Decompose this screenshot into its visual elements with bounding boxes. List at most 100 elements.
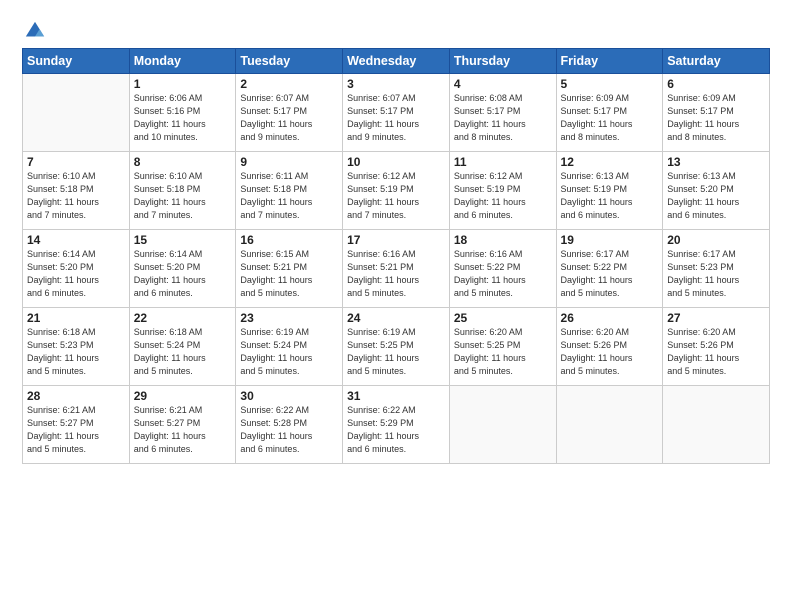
day-cell [663,386,770,464]
day-detail: Sunrise: 6:17 AMSunset: 5:23 PMDaylight:… [667,248,765,300]
day-cell: 16Sunrise: 6:15 AMSunset: 5:21 PMDayligh… [236,230,343,308]
day-cell: 2Sunrise: 6:07 AMSunset: 5:17 PMDaylight… [236,74,343,152]
day-number: 30 [240,389,338,403]
day-detail: Sunrise: 6:12 AMSunset: 5:19 PMDaylight:… [347,170,445,222]
day-cell: 6Sunrise: 6:09 AMSunset: 5:17 PMDaylight… [663,74,770,152]
header [22,18,770,42]
day-cell [23,74,130,152]
day-cell: 10Sunrise: 6:12 AMSunset: 5:19 PMDayligh… [343,152,450,230]
day-cell: 7Sunrise: 6:10 AMSunset: 5:18 PMDaylight… [23,152,130,230]
day-detail: Sunrise: 6:09 AMSunset: 5:17 PMDaylight:… [667,92,765,144]
day-number: 7 [27,155,125,169]
week-row-3: 14Sunrise: 6:14 AMSunset: 5:20 PMDayligh… [23,230,770,308]
day-detail: Sunrise: 6:13 AMSunset: 5:19 PMDaylight:… [561,170,659,222]
week-row-5: 28Sunrise: 6:21 AMSunset: 5:27 PMDayligh… [23,386,770,464]
day-detail: Sunrise: 6:20 AMSunset: 5:26 PMDaylight:… [561,326,659,378]
day-number: 20 [667,233,765,247]
day-detail: Sunrise: 6:18 AMSunset: 5:24 PMDaylight:… [134,326,232,378]
day-cell: 18Sunrise: 6:16 AMSunset: 5:22 PMDayligh… [449,230,556,308]
logo-icon [24,20,46,42]
day-cell: 9Sunrise: 6:11 AMSunset: 5:18 PMDaylight… [236,152,343,230]
day-detail: Sunrise: 6:22 AMSunset: 5:29 PMDaylight:… [347,404,445,456]
day-cell: 12Sunrise: 6:13 AMSunset: 5:19 PMDayligh… [556,152,663,230]
day-cell: 14Sunrise: 6:14 AMSunset: 5:20 PMDayligh… [23,230,130,308]
day-number: 1 [134,77,232,91]
day-detail: Sunrise: 6:20 AMSunset: 5:26 PMDaylight:… [667,326,765,378]
day-detail: Sunrise: 6:11 AMSunset: 5:18 PMDaylight:… [240,170,338,222]
day-cell [449,386,556,464]
day-detail: Sunrise: 6:19 AMSunset: 5:25 PMDaylight:… [347,326,445,378]
week-row-1: 1Sunrise: 6:06 AMSunset: 5:16 PMDaylight… [23,74,770,152]
day-cell: 4Sunrise: 6:08 AMSunset: 5:17 PMDaylight… [449,74,556,152]
week-row-4: 21Sunrise: 6:18 AMSunset: 5:23 PMDayligh… [23,308,770,386]
day-number: 8 [134,155,232,169]
weekday-header-monday: Monday [129,49,236,74]
weekday-header-row: SundayMondayTuesdayWednesdayThursdayFrid… [23,49,770,74]
calendar-table: SundayMondayTuesdayWednesdayThursdayFrid… [22,48,770,464]
day-number: 11 [454,155,552,169]
day-number: 29 [134,389,232,403]
day-cell: 1Sunrise: 6:06 AMSunset: 5:16 PMDaylight… [129,74,236,152]
day-detail: Sunrise: 6:10 AMSunset: 5:18 PMDaylight:… [27,170,125,222]
day-cell: 22Sunrise: 6:18 AMSunset: 5:24 PMDayligh… [129,308,236,386]
day-number: 10 [347,155,445,169]
day-number: 9 [240,155,338,169]
weekday-header-tuesday: Tuesday [236,49,343,74]
day-detail: Sunrise: 6:22 AMSunset: 5:28 PMDaylight:… [240,404,338,456]
day-cell: 15Sunrise: 6:14 AMSunset: 5:20 PMDayligh… [129,230,236,308]
day-cell: 11Sunrise: 6:12 AMSunset: 5:19 PMDayligh… [449,152,556,230]
day-detail: Sunrise: 6:09 AMSunset: 5:17 PMDaylight:… [561,92,659,144]
day-cell: 17Sunrise: 6:16 AMSunset: 5:21 PMDayligh… [343,230,450,308]
day-number: 15 [134,233,232,247]
day-number: 3 [347,77,445,91]
day-detail: Sunrise: 6:19 AMSunset: 5:24 PMDaylight:… [240,326,338,378]
day-number: 24 [347,311,445,325]
week-row-2: 7Sunrise: 6:10 AMSunset: 5:18 PMDaylight… [23,152,770,230]
weekday-header-friday: Friday [556,49,663,74]
day-number: 5 [561,77,659,91]
day-cell: 28Sunrise: 6:21 AMSunset: 5:27 PMDayligh… [23,386,130,464]
day-cell: 29Sunrise: 6:21 AMSunset: 5:27 PMDayligh… [129,386,236,464]
day-number: 17 [347,233,445,247]
day-detail: Sunrise: 6:16 AMSunset: 5:21 PMDaylight:… [347,248,445,300]
day-detail: Sunrise: 6:18 AMSunset: 5:23 PMDaylight:… [27,326,125,378]
day-detail: Sunrise: 6:14 AMSunset: 5:20 PMDaylight:… [27,248,125,300]
day-number: 26 [561,311,659,325]
day-cell: 5Sunrise: 6:09 AMSunset: 5:17 PMDaylight… [556,74,663,152]
day-cell: 30Sunrise: 6:22 AMSunset: 5:28 PMDayligh… [236,386,343,464]
day-cell [556,386,663,464]
day-cell: 8Sunrise: 6:10 AMSunset: 5:18 PMDaylight… [129,152,236,230]
day-detail: Sunrise: 6:21 AMSunset: 5:27 PMDaylight:… [134,404,232,456]
day-detail: Sunrise: 6:20 AMSunset: 5:25 PMDaylight:… [454,326,552,378]
day-detail: Sunrise: 6:14 AMSunset: 5:20 PMDaylight:… [134,248,232,300]
day-number: 18 [454,233,552,247]
day-detail: Sunrise: 6:07 AMSunset: 5:17 PMDaylight:… [347,92,445,144]
day-cell: 25Sunrise: 6:20 AMSunset: 5:25 PMDayligh… [449,308,556,386]
weekday-header-wednesday: Wednesday [343,49,450,74]
day-detail: Sunrise: 6:21 AMSunset: 5:27 PMDaylight:… [27,404,125,456]
weekday-header-sunday: Sunday [23,49,130,74]
day-detail: Sunrise: 6:12 AMSunset: 5:19 PMDaylight:… [454,170,552,222]
day-number: 2 [240,77,338,91]
day-detail: Sunrise: 6:17 AMSunset: 5:22 PMDaylight:… [561,248,659,300]
day-number: 21 [27,311,125,325]
calendar-page: SundayMondayTuesdayWednesdayThursdayFrid… [0,0,792,612]
day-cell: 3Sunrise: 6:07 AMSunset: 5:17 PMDaylight… [343,74,450,152]
day-detail: Sunrise: 6:06 AMSunset: 5:16 PMDaylight:… [134,92,232,144]
day-detail: Sunrise: 6:08 AMSunset: 5:17 PMDaylight:… [454,92,552,144]
day-cell: 23Sunrise: 6:19 AMSunset: 5:24 PMDayligh… [236,308,343,386]
day-detail: Sunrise: 6:16 AMSunset: 5:22 PMDaylight:… [454,248,552,300]
day-detail: Sunrise: 6:10 AMSunset: 5:18 PMDaylight:… [134,170,232,222]
day-number: 27 [667,311,765,325]
day-detail: Sunrise: 6:13 AMSunset: 5:20 PMDaylight:… [667,170,765,222]
day-detail: Sunrise: 6:07 AMSunset: 5:17 PMDaylight:… [240,92,338,144]
day-cell: 31Sunrise: 6:22 AMSunset: 5:29 PMDayligh… [343,386,450,464]
day-cell: 19Sunrise: 6:17 AMSunset: 5:22 PMDayligh… [556,230,663,308]
day-number: 22 [134,311,232,325]
logo [22,22,46,42]
day-cell: 24Sunrise: 6:19 AMSunset: 5:25 PMDayligh… [343,308,450,386]
day-number: 6 [667,77,765,91]
day-number: 31 [347,389,445,403]
weekday-header-saturday: Saturday [663,49,770,74]
day-number: 4 [454,77,552,91]
